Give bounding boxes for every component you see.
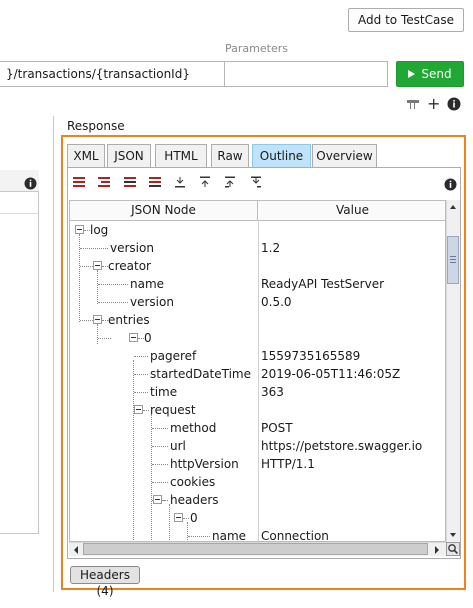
tab-xml[interactable]: XML bbox=[67, 144, 105, 168]
column-json-node[interactable]: JSON Node bbox=[70, 201, 258, 220]
tree-row[interactable]: pageref 1559735165589 bbox=[70, 347, 445, 365]
tree-row[interactable]: version 1.2 bbox=[70, 239, 445, 257]
tree-row[interactable]: method POST bbox=[70, 419, 445, 437]
tree-row[interactable]: name Connection bbox=[70, 527, 445, 542]
tab-html[interactable]: HTML bbox=[155, 144, 207, 168]
expand-all-icon[interactable] bbox=[73, 176, 85, 188]
move-up-icon[interactable] bbox=[199, 176, 211, 188]
vertical-scroll-thumb[interactable] bbox=[447, 236, 459, 284]
node-value: POST bbox=[261, 421, 293, 435]
node-name: pageref bbox=[150, 349, 197, 363]
add-icon[interactable]: + bbox=[427, 96, 440, 112]
expand-node-icon[interactable] bbox=[124, 176, 136, 188]
tree-row[interactable]: version 0.5.0 bbox=[70, 293, 445, 311]
info-icon[interactable] bbox=[444, 178, 457, 194]
zoom-icon[interactable] bbox=[446, 542, 460, 556]
node-name: 0 bbox=[190, 511, 198, 525]
tab-outline[interactable]: Outline bbox=[252, 144, 311, 168]
collapse-toggle-icon[interactable] bbox=[134, 405, 143, 414]
left-panel-table bbox=[0, 170, 39, 534]
node-name: method bbox=[170, 421, 217, 435]
tree-row[interactable]: request bbox=[70, 401, 445, 419]
node-value: 2019-06-05T11:46:05Z bbox=[261, 367, 401, 381]
tree-row[interactable]: headers bbox=[70, 491, 445, 509]
send-label: Send bbox=[421, 67, 452, 81]
node-name: request bbox=[150, 403, 196, 417]
collapse-node-icon[interactable] bbox=[149, 176, 161, 188]
node-name: creator bbox=[108, 259, 151, 273]
left-panel-row[interactable] bbox=[0, 192, 39, 214]
move-down-icon[interactable] bbox=[174, 176, 186, 188]
send-button[interactable]: Send bbox=[396, 61, 464, 87]
collapse-toggle-icon[interactable] bbox=[93, 261, 102, 270]
tree-row[interactable]: 0 bbox=[70, 329, 445, 347]
tree-row[interactable]: entries bbox=[70, 311, 445, 329]
parameters-input[interactable] bbox=[224, 61, 388, 87]
node-value: https://petstore.swagger.io bbox=[261, 439, 423, 453]
node-value: 1.2 bbox=[261, 241, 281, 255]
collapse-toggle-icon[interactable] bbox=[93, 315, 102, 324]
tree-row[interactable]: creator bbox=[70, 257, 445, 275]
collapse-toggle-icon[interactable] bbox=[153, 495, 162, 504]
node-name: name bbox=[212, 529, 247, 542]
response-label: Response bbox=[67, 119, 125, 133]
node-name: entries bbox=[108, 313, 150, 327]
scroll-down-icon[interactable] bbox=[446, 528, 460, 542]
node-value: 0.5.0 bbox=[261, 295, 292, 309]
tree-row[interactable]: name ReadyAPI TestServer bbox=[70, 275, 445, 293]
move-top-icon[interactable] bbox=[224, 176, 236, 188]
tree-row[interactable]: url https://petstore.swagger.io bbox=[70, 437, 445, 455]
play-icon bbox=[408, 70, 416, 78]
node-value: HTTP/1.1 bbox=[261, 457, 315, 471]
node-value: ReadyAPI TestServer bbox=[261, 277, 385, 291]
json-tree-table[interactable]: JSON Node Value log version 1.2 creator … bbox=[69, 200, 446, 542]
info-icon[interactable] bbox=[447, 97, 461, 114]
tree-header: JSON Node Value bbox=[70, 201, 445, 221]
scroll-up-icon[interactable] bbox=[446, 200, 460, 214]
tree-row[interactable]: 0 bbox=[70, 509, 445, 527]
tree-row[interactable]: startedDateTime 2019-06-05T11:46:05Z bbox=[70, 365, 445, 383]
node-value: 363 bbox=[261, 385, 284, 399]
node-value: 1559735165589 bbox=[261, 349, 361, 363]
node-name: time bbox=[150, 385, 178, 399]
tree-row[interactable]: log bbox=[70, 221, 445, 239]
panel-divider[interactable] bbox=[53, 116, 54, 592]
node-name: version bbox=[110, 241, 154, 255]
tree-row[interactable]: cookies bbox=[70, 473, 445, 491]
move-bottom-icon[interactable] bbox=[250, 176, 262, 188]
node-name: url bbox=[170, 439, 186, 453]
response-tools: + bbox=[405, 96, 467, 115]
column-value[interactable]: Value bbox=[258, 201, 445, 220]
endpoint-url-input[interactable]: }/transactions/{transactionId} bbox=[0, 61, 225, 87]
scroll-left-icon[interactable] bbox=[69, 543, 83, 557]
horizontal-scroll-thumb[interactable] bbox=[83, 543, 428, 555]
collapse-toggle-icon[interactable] bbox=[129, 333, 138, 342]
node-name: version bbox=[130, 295, 174, 309]
scroll-right-icon[interactable] bbox=[430, 543, 444, 557]
info-icon[interactable] bbox=[24, 177, 37, 193]
parameters-label: Parameters bbox=[225, 42, 288, 55]
tab-overview[interactable]: Overview bbox=[312, 144, 377, 168]
collapse-toggle-icon[interactable] bbox=[174, 513, 183, 522]
tree-row[interactable]: time 363 bbox=[70, 383, 445, 401]
collapse-toggle-icon[interactable] bbox=[75, 225, 84, 234]
tab-raw[interactable]: Raw bbox=[211, 144, 249, 168]
node-name: httpVersion bbox=[170, 457, 239, 471]
node-name: cookies bbox=[170, 475, 216, 489]
add-to-testcase-button[interactable]: Add to TestCase bbox=[348, 8, 464, 32]
collapse-all-icon[interactable] bbox=[98, 176, 110, 188]
node-name: name bbox=[130, 277, 165, 291]
headers-tab[interactable]: Headers (4) bbox=[70, 566, 140, 598]
node-name: 0 bbox=[144, 331, 152, 345]
tree-row[interactable]: httpVersion HTTP/1.1 bbox=[70, 455, 445, 473]
tab-json[interactable]: JSON bbox=[107, 144, 151, 168]
node-name: log bbox=[90, 223, 109, 237]
node-name: startedDateTime bbox=[150, 367, 251, 381]
node-value: Connection bbox=[261, 529, 329, 542]
node-name: headers bbox=[170, 493, 219, 507]
pin-icon[interactable] bbox=[405, 97, 421, 114]
